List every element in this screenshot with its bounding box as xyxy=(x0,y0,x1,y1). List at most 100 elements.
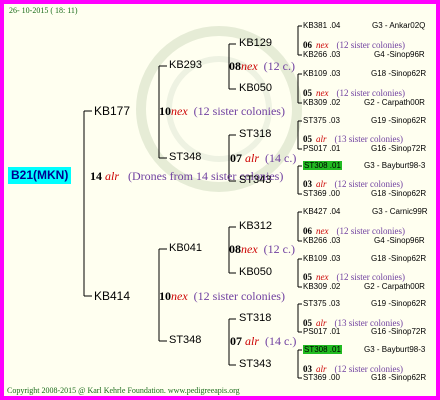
leaf-entry[interactable]: KB109 .03 xyxy=(303,255,340,263)
level2-node[interactable]: ST348 xyxy=(169,335,201,346)
leaf-entry[interactable]: KB427 .04 xyxy=(303,208,340,216)
leaf-name: KB109 .03 xyxy=(303,69,341,78)
leaf-entry[interactable]: PS017 .01 xyxy=(303,328,340,336)
level3-node[interactable]: KB050 xyxy=(239,83,272,94)
colony-count: 08 xyxy=(229,242,241,256)
leaf-name: ST369 .00 xyxy=(303,373,340,382)
colony-count: 03 xyxy=(303,179,312,189)
level2-drone-info: 07 alr (14 c.) xyxy=(230,152,296,164)
race-abbr: alr xyxy=(316,134,327,144)
leaf-entry[interactable]: KB266 .03 xyxy=(303,51,340,59)
level2-node[interactable]: KB041 xyxy=(169,243,202,254)
colony-count: 05 xyxy=(303,272,312,282)
race-abbr: nex xyxy=(316,226,329,236)
level2-node[interactable]: KB293 xyxy=(169,60,202,71)
level3-node[interactable]: ST318 xyxy=(239,129,271,140)
level2-drone-info: 07 alr (14 c.) xyxy=(230,335,296,347)
leaf-entry[interactable]: KB381 .04 xyxy=(303,22,340,30)
leaf-origin: G4 -Sinop96R xyxy=(374,50,425,59)
level3-node[interactable]: KB050 xyxy=(239,267,272,278)
leaf-name: KB381 .04 xyxy=(303,21,341,30)
colony-count: 06 xyxy=(303,226,312,236)
drone-description: (12 sister colonies) xyxy=(193,289,285,303)
leaf-origin: G2 - Carpath00R xyxy=(364,282,425,291)
colony-count: 10 xyxy=(159,289,171,303)
leaf-entry[interactable]: KB309 .02 xyxy=(303,283,340,291)
drone-description: (12 sister colonies) xyxy=(336,40,405,50)
leaf-name-highlighted: ST308 .01 xyxy=(303,345,342,354)
leaf-origin: G3 - Ankar02Q xyxy=(372,21,426,30)
level2-node[interactable]: ST348 xyxy=(169,152,201,163)
leaf-entry[interactable]: PS017 .01 xyxy=(303,145,340,153)
leaf-origin: G3 - Bayburt98-3 xyxy=(364,345,426,354)
race-abbr: nex xyxy=(171,104,188,118)
root-race-abbr: alr xyxy=(105,169,120,183)
drone-description: (12 c.) xyxy=(263,59,295,73)
leaf-name: KB109 .03 xyxy=(303,254,341,263)
leaf-origin: G16 -Sinop72R xyxy=(371,327,427,336)
drone-description: (12 sister colonies) xyxy=(336,88,405,98)
drone-description: (13 sister colonies) xyxy=(334,134,403,144)
level3-node[interactable]: ST343 xyxy=(239,175,271,186)
leaf-origin: G18 -Sinop62R xyxy=(371,189,427,198)
colony-count: 08 xyxy=(229,59,241,73)
colony-count: 05 xyxy=(303,134,312,144)
level1-node-kb414[interactable]: KB414 xyxy=(94,290,130,302)
race-abbr: nex xyxy=(316,272,329,282)
level3-node[interactable]: KB129 xyxy=(239,38,272,49)
level2-drone-info: 08nex (12 c.) xyxy=(229,60,295,72)
drone-description: (14 c.) xyxy=(265,334,297,348)
leaf-entry[interactable]: KB109 .03 xyxy=(303,70,340,78)
drone-description: (12 sister colonies) xyxy=(193,104,285,118)
level3-node[interactable]: ST343 xyxy=(239,359,271,370)
leaf-origin: G2 - Carpath00R xyxy=(364,98,425,107)
colony-count: 06 xyxy=(303,40,312,50)
race-abbr: nex xyxy=(171,289,188,303)
leaf-entry[interactable]: KB309 .02 xyxy=(303,99,340,107)
leaf-origin: G18 -Sinop62R xyxy=(371,69,427,78)
leaf-name: ST375 .03 xyxy=(303,299,340,308)
leaf-name: KB309 .02 xyxy=(303,282,341,291)
leaf-origin: G19 -Sinop62R xyxy=(371,116,427,125)
race-abbr: nex xyxy=(241,242,258,256)
level2-drone-info: 08nex (12 c.) xyxy=(229,243,295,255)
leaf-entry[interactable]: ST375 .03 xyxy=(303,117,340,125)
colony-count: 05 xyxy=(303,88,312,98)
leaf-entry[interactable]: ST369 .00 xyxy=(303,190,340,198)
level3-node[interactable]: ST318 xyxy=(239,313,271,324)
level1-node-kb177[interactable]: KB177 xyxy=(94,105,130,117)
colony-count: 10 xyxy=(159,104,171,118)
root-queen-label[interactable]: B21(MKN) xyxy=(8,167,72,184)
leaf-name: PS017 .01 xyxy=(303,327,341,336)
leaf-origin: G3 - Bayburt98-3 xyxy=(364,161,426,170)
level1-drone-info: 10nex (12 sister colonies) xyxy=(159,105,285,117)
leaf-entry[interactable]: ST308 .01 xyxy=(303,345,342,354)
pedigree-page: 26- 10-2015 ( 18: 11) B21(MKN) 14 alr (D… xyxy=(0,0,440,400)
drone-description: (12 sister colonies) xyxy=(336,226,405,236)
leaf-name: KB266 .03 xyxy=(303,50,341,59)
leaf-entry[interactable]: KB266 .03 xyxy=(303,237,340,245)
leaf-entry[interactable]: ST369 .00 xyxy=(303,374,340,382)
leaf-name-highlighted: ST308 .01 xyxy=(303,161,342,170)
leaf-origin: G4 -Sinop96R xyxy=(374,236,425,245)
drone-description: (14 c.) xyxy=(265,151,297,165)
drone-description: (12 sister colonies) xyxy=(334,179,403,189)
level3-node[interactable]: KB312 xyxy=(239,221,272,232)
leaf-origin: G18 -Sinop62R xyxy=(371,254,427,263)
drone-description: (12 sister colonies) xyxy=(336,272,405,282)
level1-drone-info: 10nex (12 sister colonies) xyxy=(159,290,285,302)
leaf-entry[interactable]: ST375 .03 xyxy=(303,300,340,308)
leaf-name: KB266 .03 xyxy=(303,236,341,245)
leaf-origin: G3 - Carnic99R xyxy=(372,207,428,216)
copyright-footer: Copyright 2008-2015 @ Karl Kehrle Founda… xyxy=(7,386,240,395)
race-abbr: nex xyxy=(241,59,258,73)
leaf-origin: G16 -Sinop72R xyxy=(371,144,427,153)
colony-count: 07 xyxy=(230,334,242,348)
leaf-name: KB309 .02 xyxy=(303,98,341,107)
race-abbr: nex xyxy=(316,88,329,98)
leaf-origin: G19 -Sinop62R xyxy=(371,299,427,308)
pedigree-connector-lines xyxy=(83,25,302,379)
leaf-entry[interactable]: ST308 .01 xyxy=(303,161,342,170)
race-abbr: alr xyxy=(245,334,260,348)
leaf-name: KB427 .04 xyxy=(303,207,341,216)
